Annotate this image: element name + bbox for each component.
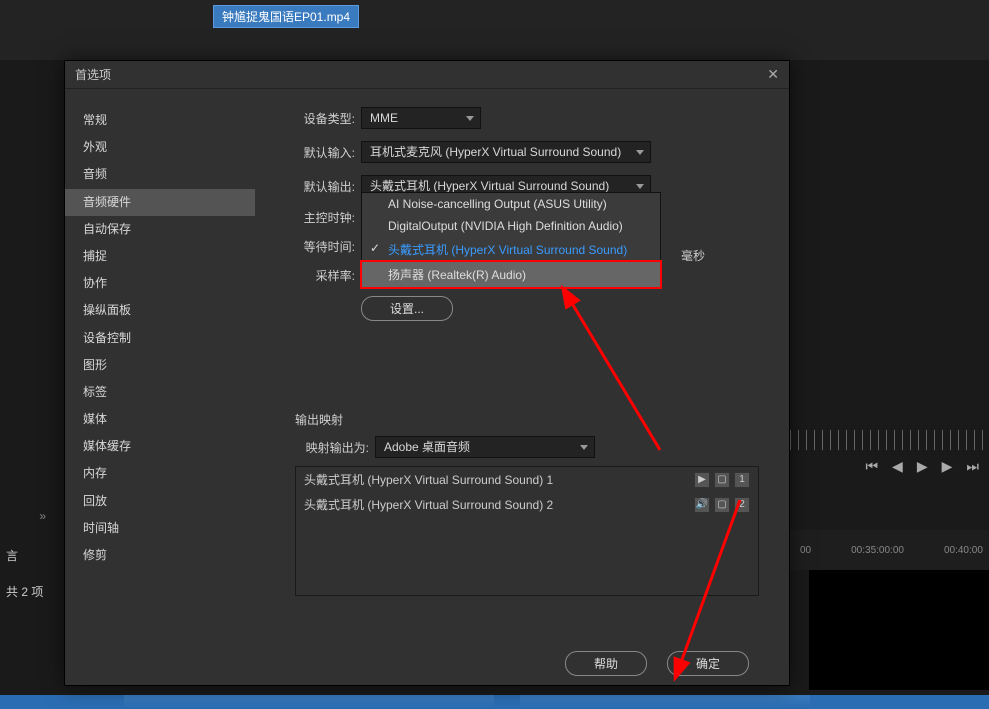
sidebar-item-16[interactable]: 修剪 [65,542,255,569]
file-tab[interactable]: 钟馗捉鬼国语EP01.mp4 [213,5,359,28]
wait-time-label: 等待时间: [295,238,355,255]
project-panel-header: 言 [6,546,44,568]
dialog-footer: 帮助 确定 [65,641,789,685]
timeline-mark: 00:35:00:00 [851,545,904,556]
sidebar-item-11[interactable]: 媒体 [65,406,255,433]
dialog-titlebar: 首选项 ✕ [65,61,789,89]
default-output-label: 默认输出: [295,178,355,195]
master-clock-label: 主控时钟: [295,209,355,226]
go-end-icon[interactable]: ⏭ [966,458,979,475]
timeline-mark: 00:40:00 [944,545,983,556]
channel-number: 2 [734,497,750,513]
timeline-mark: 00 [800,545,811,556]
map-output-as-label: 映射输出为: [295,439,369,456]
device-name: 头戴式耳机 (HyperX Virtual Surround Sound) 2 [304,496,553,513]
play-icon[interactable]: ▶ [917,458,928,475]
device-type-select[interactable]: MME [361,107,481,129]
app-background-top [0,0,989,60]
device-type-label: 设备类型: [295,110,355,127]
channel-number: 1 [734,472,750,488]
setup-button[interactable]: 设置... [361,296,453,321]
sidebar-item-5[interactable]: 捕捉 [65,243,255,270]
device-row[interactable]: 头戴式耳机 (HyperX Virtual Surround Sound) 1 ▶… [296,467,758,492]
sidebar-item-15[interactable]: 时间轴 [65,515,255,542]
help-button[interactable]: 帮助 [565,651,647,676]
sound-icon[interactable]: 🔊 [694,497,710,513]
sidebar-item-10[interactable]: 标签 [65,379,255,406]
sidebar-item-13[interactable]: 内存 [65,460,255,487]
step-fwd-icon[interactable]: ▶ [942,458,953,475]
sidebar-item-3[interactable]: 音频硬件 [65,189,255,216]
ms-suffix: 毫秒 [681,247,705,264]
clip-segment [520,695,810,709]
sidebar-item-1[interactable]: 外观 [65,134,255,161]
project-panel-slice: » 言 共 2 项 [0,540,50,609]
map-output-as-select[interactable]: Adobe 桌面音频 [375,436,595,458]
dropdown-option-3[interactable]: 扬声器 (Realtek(R) Audio) [360,260,662,289]
dropdown-option-2[interactable]: 头戴式耳机 (HyperX Virtual Surround Sound) [362,237,660,262]
default-input-select[interactable]: 耳机式麦克风 (HyperX Virtual Surround Sound) [361,141,651,163]
dialog-title: 首选项 [75,66,111,83]
preferences-main: 设备类型: MME 默认输入: 耳机式麦克风 (HyperX Virtual S… [255,89,789,641]
timeline-marks: 00 00:35:00:00 00:40:00 [790,530,989,570]
sidebar-item-6[interactable]: 协作 [65,270,255,297]
preferences-sidebar: 常规外观音频音频硬件自动保存捕捉协作操纵面板设备控制图形标签媒体媒体缓存内存回放… [65,89,255,641]
box-icon[interactable]: ▢ [714,497,730,513]
dropdown-option-1[interactable]: DigitalOutput (NVIDIA High Definition Au… [362,215,660,237]
output-map-heading: 输出映射 [295,411,759,428]
timeline-ruler [790,430,989,450]
default-input-label: 默认输入: [295,144,355,161]
sidebar-item-14[interactable]: 回放 [65,488,255,515]
sidebar-item-9[interactable]: 图形 [65,352,255,379]
transport-controls: ⏮ ◀ ▶ ▶ ⏭ [865,458,979,475]
sidebar-item-8[interactable]: 设备控制 [65,325,255,352]
panel-close-icon[interactable]: » [39,506,46,528]
dropdown-option-0[interactable]: AI Noise-cancelling Output (ASUS Utility… [362,193,660,215]
sidebar-item-0[interactable]: 常规 [65,107,255,134]
sample-rate-label: 采样率: [295,267,355,284]
close-icon[interactable]: ✕ [767,66,779,83]
bottom-strip [0,695,989,709]
output-device-list: 头戴式耳机 (HyperX Virtual Surround Sound) 1 ▶… [295,466,759,596]
preview-dark-shape [809,570,989,690]
clip-segment [124,695,494,709]
device-row[interactable]: 头戴式耳机 (HyperX Virtual Surround Sound) 2 🔊… [296,492,758,517]
sidebar-item-7[interactable]: 操纵面板 [65,297,255,324]
preferences-dialog: 首选项 ✕ 常规外观音频音频硬件自动保存捕捉协作操纵面板设备控制图形标签媒体媒体… [64,60,790,686]
play-icon[interactable]: ▶ [694,472,710,488]
box-icon[interactable]: ▢ [714,472,730,488]
sidebar-item-12[interactable]: 媒体缓存 [65,433,255,460]
ok-button[interactable]: 确定 [667,651,749,676]
sidebar-item-2[interactable]: 音频 [65,161,255,188]
step-back-icon[interactable]: ◀ [892,458,903,475]
sidebar-item-4[interactable]: 自动保存 [65,216,255,243]
device-name: 头戴式耳机 (HyperX Virtual Surround Sound) 1 [304,471,553,488]
go-start-icon[interactable]: ⏮ [865,458,878,475]
default-output-dropdown[interactable]: AI Noise-cancelling Output (ASUS Utility… [361,192,661,288]
project-item-count: 共 2 项 [6,582,44,604]
